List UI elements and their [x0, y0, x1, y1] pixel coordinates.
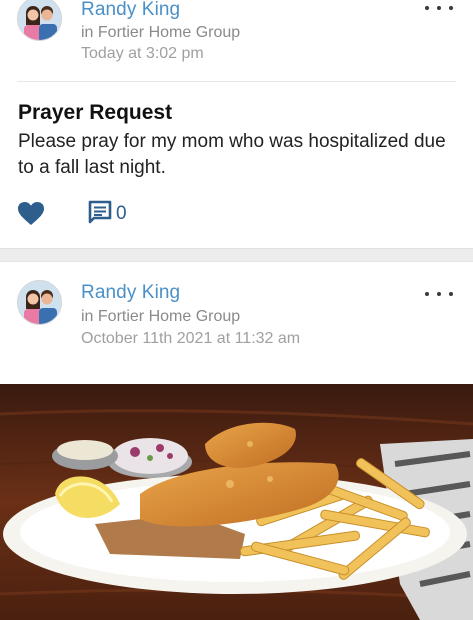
heart-icon[interactable] [18, 201, 46, 227]
group-name[interactable]: in Fortier Home Group [81, 24, 240, 42]
header-divider [17, 81, 456, 82]
post-card: Randy King in Fortier Home Group Today a… [0, 0, 473, 248]
comment-button[interactable]: 0 [88, 200, 127, 229]
post-timestamp: October 11th 2021 at 11:32 am [81, 330, 301, 347]
comment-icon [88, 200, 112, 229]
post-card: Randy King in Fortier Home Group October… [0, 262, 473, 620]
author-name[interactable]: Randy King [81, 282, 180, 304]
feed-divider [0, 248, 473, 262]
more-options-icon[interactable] [425, 0, 453, 16]
more-options-icon[interactable] [425, 286, 453, 302]
comment-count: 0 [116, 203, 127, 224]
author-avatar[interactable] [17, 0, 62, 41]
post-title: Prayer Request [18, 101, 173, 124]
fish-and-chips-photo[interactable] [0, 384, 473, 620]
post-timestamp: Today at 3:02 pm [81, 45, 204, 62]
author-avatar[interactable] [17, 280, 62, 325]
author-name[interactable]: Randy King [81, 0, 180, 21]
post-body: Please pray for my mom who was hospitali… [18, 131, 446, 178]
group-name[interactable]: in Fortier Home Group [81, 308, 240, 326]
post-actions: 0 [18, 200, 127, 229]
